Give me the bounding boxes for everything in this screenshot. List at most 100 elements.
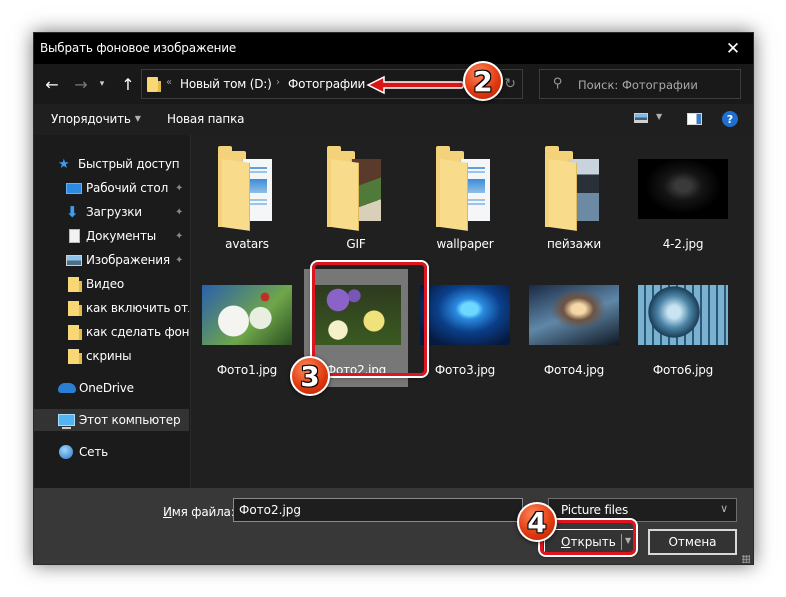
arrow-left-icon[interactable]: ← (42, 74, 62, 94)
help-icon[interactable]: ? (722, 111, 738, 127)
sidebar-item-label: Загрузки (86, 205, 142, 219)
file-item-image[interactable]: Фото1.jpg (195, 269, 299, 387)
sidebar-item-desktop[interactable]: Рабочий стол ✦ (34, 177, 189, 199)
folder-icon (68, 276, 82, 292)
organize-label: Упорядочить (51, 112, 131, 126)
computer-icon (58, 414, 75, 429)
sidebar-item-documents[interactable]: Документы ✦ (34, 225, 189, 247)
organize-button[interactable]: Упорядочить ▼ (51, 112, 141, 126)
desktop-icon (66, 182, 82, 194)
file-item-image[interactable]: Фото4.jpg (522, 269, 626, 387)
folder-icon (218, 146, 276, 231)
cancel-button[interactable]: Отмена (648, 529, 737, 555)
sidebar-item-pictures[interactable]: Изображения ✦ (34, 249, 189, 271)
sidebar-item-screens[interactable]: скрины (34, 345, 189, 367)
folder-icon (147, 77, 161, 92)
file-type-value: Picture files (561, 503, 629, 517)
close-icon[interactable]: ✕ (713, 33, 753, 64)
file-name: Фото3.jpg (434, 363, 496, 377)
step-badge-2: 2 (463, 61, 503, 101)
file-item-image[interactable]: Фото6.jpg (631, 269, 735, 387)
file-item-image[interactable]: Фото3.jpg (413, 269, 517, 387)
sidebar-item-label: OneDrive (79, 381, 134, 395)
filename-input[interactable] (233, 498, 523, 522)
file-item-image[interactable]: 4-2.jpg (631, 143, 735, 261)
image-thumbnail (529, 285, 619, 345)
arrow-up-icon[interactable]: ↑ (118, 74, 138, 94)
file-item-folder[interactable]: пейзажи (522, 143, 626, 261)
navigation-pane[interactable]: ★ Быстрый доступ Рабочий стол ✦ ⬇ Загруз… (34, 135, 191, 488)
pin-icon[interactable]: ✦ (175, 255, 183, 266)
search-input[interactable] (578, 76, 733, 93)
sidebar-item-label: Рабочий стол (86, 181, 169, 195)
sidebar-item-folder[interactable]: как сделать фон в : (34, 321, 189, 343)
sidebar-item-label: Изображения (86, 253, 170, 267)
pin-icon[interactable]: ✦ (175, 183, 183, 194)
chevron-down-icon[interactable]: ▾ (96, 74, 108, 94)
image-thumbnail (638, 159, 728, 219)
dialog-footer: Имя файла: Picture files ∨ Открыть ▼ Отм… (34, 488, 753, 564)
annotation-arrow (366, 75, 465, 95)
step-badge-4: 4 (517, 502, 557, 542)
file-list[interactable]: avatars GIF wallpaper пейзажи 4-2.jpg Фо… (191, 135, 753, 488)
breadcrumb-item-photos[interactable]: Фотографии (288, 77, 365, 91)
file-type-select[interactable]: Picture files ∨ (548, 498, 737, 522)
change-view-icon[interactable] (634, 113, 648, 123)
file-name: wallpaper (436, 237, 494, 251)
refresh-icon[interactable]: ↻ (504, 76, 516, 92)
arrow-shape (366, 75, 465, 95)
search-icon: ⚲ (553, 76, 563, 91)
folder-icon (68, 300, 82, 316)
caret-down-icon: ▼ (134, 114, 141, 123)
file-name: 4-2.jpg (662, 237, 704, 251)
sidebar-item-label: Этот компьютер (79, 413, 181, 427)
folder-icon (327, 146, 385, 231)
image-thumbnail (202, 285, 292, 345)
file-name: avatars (225, 237, 269, 251)
breadcrumb-separator[interactable]: › (276, 77, 280, 88)
chevron-down-icon: ∨ (720, 502, 728, 515)
sidebar-item-label: Видео (86, 277, 125, 291)
search-box[interactable]: ⚲ (539, 69, 741, 99)
sidebar-item-onedrive[interactable]: OneDrive (34, 377, 189, 399)
file-name: Фото6.jpg (652, 363, 714, 377)
file-item-folder[interactable]: wallpaper (413, 143, 517, 261)
filename-label: Имя файла: (163, 505, 235, 519)
folder-icon (545, 146, 603, 231)
star-icon: ★ (58, 156, 70, 172)
resize-grip-icon[interactable] (742, 555, 750, 563)
sidebar-item-this-pc[interactable]: Этот компьютер (34, 409, 189, 431)
sidebar-item-network[interactable]: Сеть (34, 441, 189, 463)
sidebar-item-quick-access[interactable]: ★ Быстрый доступ (34, 153, 189, 175)
pictures-icon (66, 254, 82, 266)
step-badge-3: 3 (290, 356, 330, 396)
new-folder-button[interactable]: Новая папка (167, 112, 244, 126)
highlight-selected-file (312, 262, 427, 376)
sidebar-item-label: скрины (86, 349, 132, 363)
title-bar: Выбрать фоновое изображение ✕ (34, 33, 753, 64)
image-thumbnail (420, 285, 510, 345)
arrow-right-icon[interactable]: → (71, 74, 91, 94)
file-item-folder[interactable]: GIF (304, 143, 408, 261)
file-name: Фото4.jpg (543, 363, 605, 377)
file-item-folder[interactable]: avatars (195, 143, 299, 261)
sidebar-item-video[interactable]: Видео (34, 273, 189, 295)
breadcrumb-overflow[interactable]: « (166, 77, 172, 88)
breadcrumb-item-drive[interactable]: Новый том (D:) (180, 77, 272, 91)
command-toolbar: Упорядочить ▼ Новая папка ▼ ? (34, 104, 753, 135)
folder-icon (68, 324, 82, 340)
pin-icon[interactable]: ✦ (175, 207, 183, 218)
sidebar-item-downloads[interactable]: ⬇ Загрузки ✦ (34, 201, 189, 223)
dialog-title: Выбрать фоновое изображение (40, 41, 237, 55)
network-icon (59, 445, 73, 459)
file-name: пейзажи (547, 237, 601, 251)
sidebar-item-label: как сделать фон в : (86, 325, 189, 339)
sidebar-item-folder[interactable]: как включить отла (34, 297, 189, 319)
sidebar-item-label: как включить отла (86, 301, 189, 315)
caret-down-icon[interactable]: ▼ (656, 112, 662, 121)
pin-icon[interactable]: ✦ (175, 231, 183, 242)
onedrive-icon (58, 383, 76, 393)
folder-icon (68, 348, 82, 364)
preview-pane-icon[interactable] (687, 113, 702, 125)
documents-icon (69, 229, 80, 243)
